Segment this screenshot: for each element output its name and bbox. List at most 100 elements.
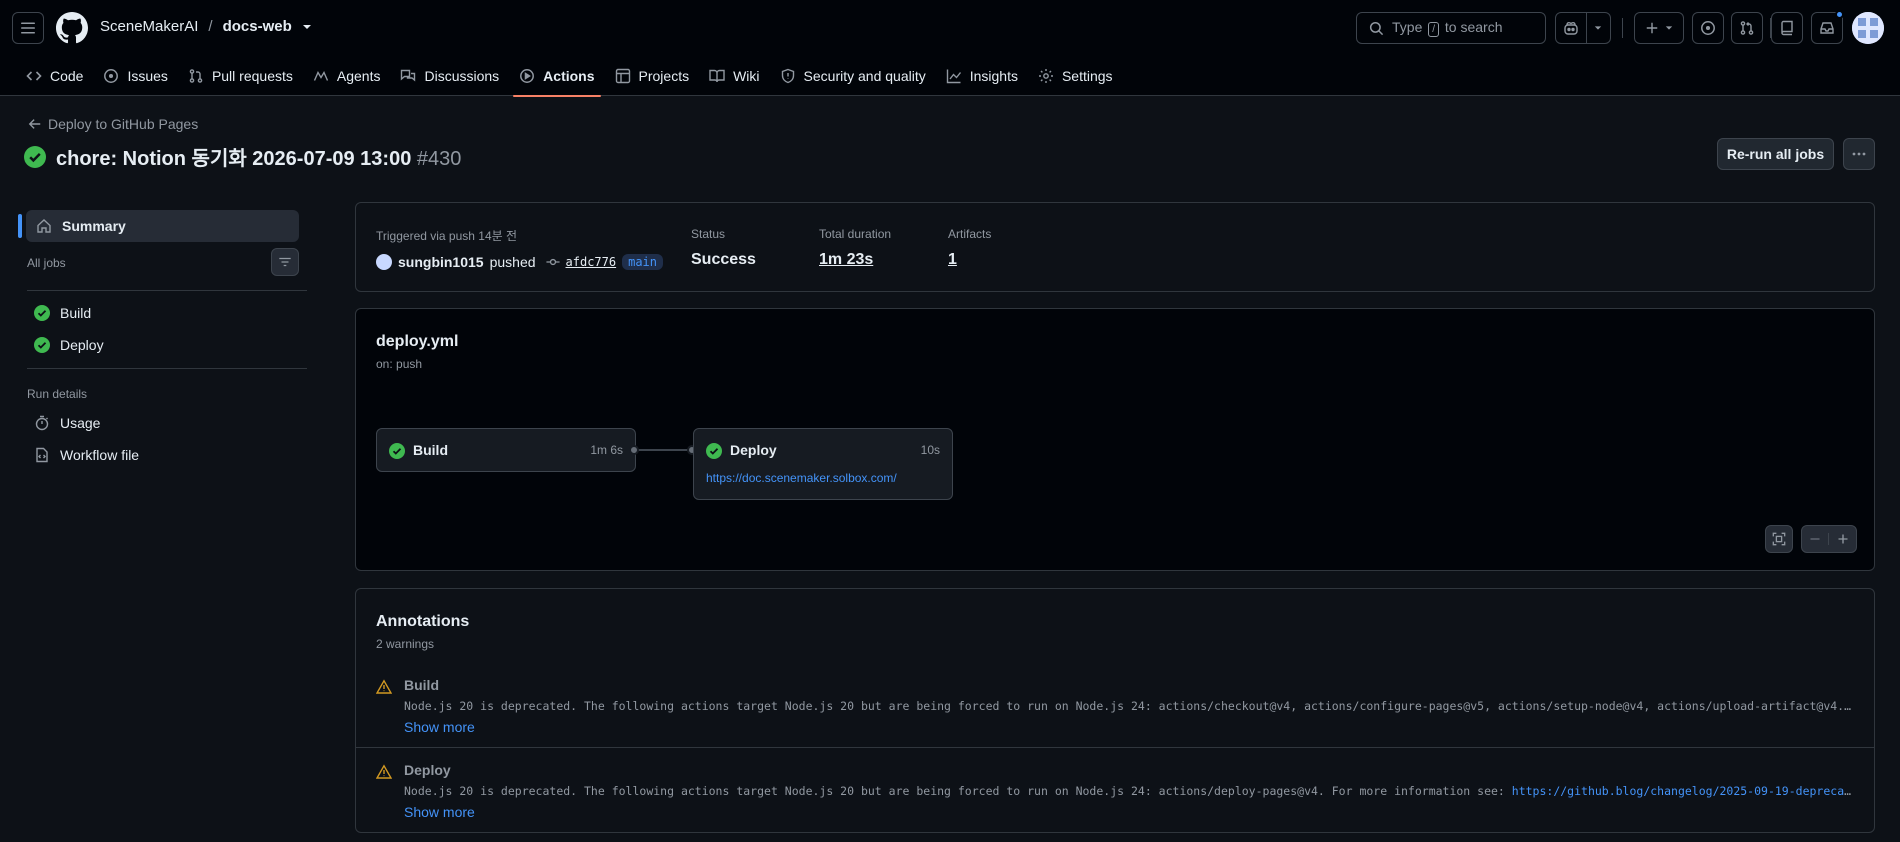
plus-icon[interactable]: [1635, 13, 1683, 43]
sidebar-usage-label: Usage: [60, 415, 101, 431]
sidebar-item-summary[interactable]: Summary: [26, 210, 299, 242]
sidebar-summary-label: Summary: [62, 218, 126, 234]
book-icon: [709, 68, 725, 84]
run-commit-message: chore: Notion 동기화 2026-07-09 13:00: [56, 148, 412, 170]
agent-icon: [313, 68, 329, 84]
commit-sha-link[interactable]: afdc776: [566, 255, 617, 269]
zoom-in-icon[interactable]: [1829, 533, 1856, 545]
shield-icon: [780, 68, 796, 84]
check-circle-fill-icon: [706, 443, 722, 459]
filter-icon: [278, 255, 292, 269]
tab-security[interactable]: Security and quality: [770, 56, 936, 96]
header-divider: [1622, 18, 1623, 38]
github-logo-icon[interactable]: [56, 12, 88, 44]
job-duration: 1m 6s: [590, 443, 623, 457]
alert-icon: [376, 764, 392, 780]
artifacts-label: Artifacts: [948, 227, 992, 241]
check-circle-fill-icon: [34, 337, 50, 353]
pull-requests-shortcut-button[interactable]: [1731, 12, 1763, 44]
git-pull-request-icon: [188, 68, 204, 84]
filter-jobs-button[interactable]: [271, 248, 299, 276]
back-to-workflow-link[interactable]: Deploy to GitHub Pages: [28, 116, 198, 132]
job-node-deploy[interactable]: Deploy 10s https://doc.scenemaker.solbox…: [693, 428, 953, 500]
menu-button[interactable]: [12, 12, 44, 44]
repo-name-link[interactable]: docs-web: [223, 18, 292, 35]
deployment-url-link[interactable]: https://doc.scenemaker.solbox.com/: [706, 471, 897, 485]
trigger-row: sungbin1015 pushed afdc776 main: [376, 254, 664, 270]
duration-info: Total duration 1m 23s: [819, 227, 891, 269]
fullscreen-button[interactable]: [1765, 525, 1793, 553]
status-info: Status Success: [691, 227, 756, 269]
duration-link[interactable]: 1m 23s: [819, 251, 891, 269]
path-separator: /: [208, 18, 213, 35]
tab-pull-requests[interactable]: Pull requests: [178, 56, 303, 96]
artifacts-link[interactable]: 1: [948, 251, 991, 269]
tab-issues-label: Issues: [127, 68, 168, 84]
workflow-graph-card: deploy.yml on: push Build 1m 6s Deploy 1…: [355, 308, 1875, 571]
connector-dot: [629, 445, 639, 455]
code-icon: [26, 68, 42, 84]
copilot-icon[interactable]: [1556, 13, 1587, 43]
sidebar-item-workflow-file[interactable]: Workflow file: [34, 447, 139, 463]
job-node-build[interactable]: Build 1m 6s: [376, 428, 636, 472]
search-input[interactable]: Type / to search: [1356, 12, 1546, 44]
triangle-down-icon[interactable]: [1587, 13, 1610, 43]
zoom-out-icon[interactable]: [1802, 533, 1830, 545]
tab-code-label: Code: [50, 68, 84, 84]
sidebar-item-build[interactable]: Build: [34, 305, 91, 321]
show-more-link[interactable]: Show more: [404, 804, 475, 820]
changelog-link[interactable]: https://github.blog/changelog/2025-09-19…: [1512, 784, 1854, 798]
sidebar-item-deploy[interactable]: Deploy: [34, 337, 104, 353]
tab-issues[interactable]: Issues: [93, 56, 177, 96]
avatar[interactable]: [376, 254, 392, 270]
tab-pull-requests-label: Pull requests: [211, 68, 293, 84]
annotation-message: Node.js 20 is deprecated. The following …: [404, 699, 1854, 713]
tab-wiki[interactable]: Wiki: [699, 56, 769, 96]
show-more-link[interactable]: Show more: [404, 719, 475, 735]
search-suffix: to search: [1444, 19, 1503, 35]
search-shortcut-key: /: [1428, 22, 1440, 37]
sidebar-item-usage[interactable]: Usage: [34, 415, 100, 431]
sidebar-workflow-file-label: Workflow file: [60, 447, 140, 463]
create-new-menu[interactable]: [1634, 12, 1684, 44]
tab-settings[interactable]: Settings: [1028, 56, 1123, 96]
annotation-job-name[interactable]: Build: [404, 677, 439, 693]
kebab-horizontal-icon: [1851, 146, 1867, 162]
annotation-message: Node.js 20 is deprecated. The following …: [404, 784, 1854, 798]
zoom-controls: [1801, 525, 1857, 553]
annotation-message-text: Node.js 20 is deprecated. The following …: [404, 784, 1512, 798]
home-icon: [36, 218, 52, 234]
issues-shortcut-button[interactable]: [1692, 12, 1724, 44]
tab-agents-label: Agents: [336, 68, 381, 84]
tab-actions-label: Actions: [543, 68, 595, 84]
avatar[interactable]: [1852, 12, 1884, 44]
comment-discussion-icon: [400, 68, 416, 84]
tab-projects[interactable]: Projects: [605, 56, 700, 96]
tab-agents[interactable]: Agents: [303, 56, 391, 96]
tab-actions[interactable]: Actions: [509, 56, 604, 97]
branch-badge[interactable]: main: [622, 254, 664, 270]
notification-indicator: [1835, 10, 1844, 19]
job-connector: [636, 449, 693, 451]
tab-insights[interactable]: Insights: [936, 56, 1028, 96]
repo-owner-link[interactable]: SceneMakerAI: [100, 18, 198, 35]
sidebar-divider: [27, 368, 307, 369]
user-link[interactable]: sungbin1015: [398, 254, 484, 270]
git-pull-request-icon: [1739, 20, 1755, 36]
rerun-all-jobs-button[interactable]: Re-run all jobs: [1717, 138, 1834, 170]
sidebar-job-label: Deploy: [60, 337, 104, 353]
tab-discussions-label: Discussions: [424, 68, 500, 84]
copilot-menu[interactable]: [1555, 12, 1611, 44]
run-details-heading: Run details: [27, 387, 88, 401]
annotation-job-name[interactable]: Deploy: [404, 762, 451, 778]
job-name: Build: [413, 442, 448, 458]
tab-discussions[interactable]: Discussions: [390, 56, 509, 96]
repositories-button[interactable]: [1771, 12, 1803, 44]
caret-down-icon[interactable]: [302, 22, 312, 32]
run-options-button[interactable]: [1843, 138, 1875, 170]
graph-icon: [946, 68, 962, 84]
tab-code[interactable]: Code: [16, 56, 93, 96]
annotation-item: Build Node.js 20 is deprecated. The foll…: [356, 677, 1874, 735]
git-commit-icon: [545, 255, 560, 269]
run-number: #430: [416, 148, 462, 170]
